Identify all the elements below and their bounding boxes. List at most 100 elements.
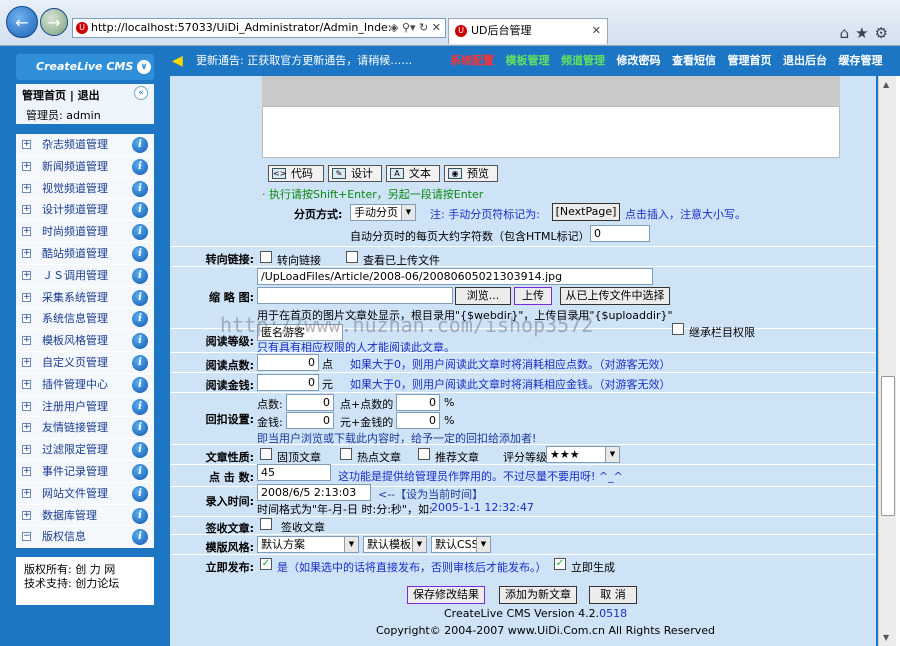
thumb-path-input[interactable]: /UpLoadFiles/Article/2008-06/20080605021… <box>257 268 653 285</box>
nav-cache-mgmt[interactable]: 缓存管理 <box>839 54 883 67</box>
time-input[interactable]: 2008/6/5 2:13:03 <box>257 484 371 501</box>
info-icon[interactable]: i <box>132 354 148 371</box>
prop-hot-checkbox[interactable] <box>340 448 352 460</box>
expand-icon[interactable]: + <box>22 270 31 280</box>
scroll-up-icon[interactable]: ▲ <box>883 80 889 89</box>
expand-icon[interactable]: + <box>22 401 31 411</box>
info-icon[interactable]: i <box>132 507 148 524</box>
home-icon[interactable]: ⌂ <box>840 24 856 42</box>
expand-icon[interactable]: + <box>22 205 31 215</box>
sidebar-item[interactable]: + 酷站频道管理 i <box>16 243 154 265</box>
info-icon[interactable]: i <box>132 442 148 459</box>
info-icon[interactable]: i <box>132 398 148 415</box>
expand-icon[interactable]: + <box>22 423 31 433</box>
reward-money-pct-input[interactable]: 0 <box>396 412 440 429</box>
insert-nextpage-button[interactable]: [NextPage] <box>552 203 620 221</box>
expand-icon[interactable]: + <box>22 466 31 476</box>
reward-points-pct-input[interactable]: 0 <box>396 394 440 411</box>
sidebar-item[interactable]: + 注册用户管理 i <box>16 396 154 418</box>
editor-body[interactable] <box>262 106 840 158</box>
expand-icon[interactable]: + <box>22 140 31 149</box>
nav-system-config[interactable]: 系统配置 <box>450 54 494 67</box>
expand-icon[interactable]: + <box>22 510 31 520</box>
sign-checkbox[interactable] <box>260 518 272 530</box>
sidebar-item[interactable]: + 设计频道管理 i <box>16 199 154 222</box>
editor-tab-preview[interactable]: ◉ 预览 <box>444 165 498 182</box>
expand-icon[interactable]: + <box>22 336 31 346</box>
browser-tab[interactable]: U UD后台管理 ✕ <box>448 18 608 44</box>
nav-admin-home[interactable]: 管理首页 <box>728 54 772 67</box>
sidebar-item[interactable]: + 新闻频道管理 i <box>16 156 154 178</box>
star-icon[interactable]: ★ <box>855 24 874 42</box>
info-icon[interactable]: i <box>132 311 148 328</box>
info-icon[interactable]: i <box>132 224 148 241</box>
info-icon[interactable]: i <box>132 202 148 219</box>
nav-change-password[interactable]: 修改密码 <box>617 54 661 67</box>
add-as-new-button[interactable]: 添加为新文章 <box>499 586 577 604</box>
upload-button[interactable]: 上传 <box>514 287 552 305</box>
info-icon[interactable]: i <box>132 529 148 546</box>
expand-icon[interactable]: + <box>22 227 31 237</box>
sidebar-item[interactable]: + 模板风格管理 i <box>16 330 154 352</box>
expand-icon[interactable]: + <box>22 314 31 324</box>
info-icon[interactable]: i <box>132 158 148 175</box>
back-button[interactable]: ← <box>6 6 38 38</box>
thumb-file-input[interactable] <box>257 287 453 304</box>
read-points-input[interactable]: 0 <box>257 354 319 371</box>
choose-uploaded-button[interactable]: 从已上传文件中选择 <box>560 287 670 305</box>
collapse-toggle-icon[interactable]: ∨ <box>137 60 151 74</box>
scroll-thumb[interactable] <box>881 376 895 516</box>
gear-icon[interactable]: ⚙ <box>875 24 894 42</box>
inherit-checkbox[interactable] <box>672 323 684 335</box>
info-icon[interactable]: i <box>132 333 148 350</box>
browse-button[interactable]: 浏览... <box>455 287 511 305</box>
sidebar-item[interactable]: + 事件记录管理 i <box>16 461 154 483</box>
sidebar-item[interactable]: + 数据库管理 i <box>16 505 154 527</box>
sidebar-item[interactable]: + ＪＳ调用管理 i <box>16 265 154 287</box>
sidebar-item[interactable]: + 过滤限定管理 i <box>16 439 154 461</box>
editor-tab-code[interactable]: <> 代码 <box>268 165 324 182</box>
template-scheme-select[interactable]: 默认方案 ▼ <box>257 536 359 553</box>
toolbar-icons[interactable]: ⌂★⚙ <box>840 24 894 42</box>
editor-tab-design[interactable]: ✎ 设计 <box>328 165 382 182</box>
sidebar-item[interactable]: + 自定义页管理 i <box>16 352 154 374</box>
collapse-sidebar-icon[interactable]: « <box>134 86 148 100</box>
info-icon[interactable]: i <box>132 137 148 153</box>
publish-checkbox[interactable]: ✓ <box>260 558 272 570</box>
sidebar-item[interactable]: + 采集系统管理 i <box>16 287 154 309</box>
sidebar-item[interactable]: + 杂志频道管理 i <box>16 134 154 156</box>
scrollbar[interactable]: ▲ ▼ <box>878 76 896 646</box>
save-button[interactable]: 保存修改结果 <box>407 586 485 604</box>
info-icon[interactable]: i <box>132 376 148 393</box>
collapse-icon[interactable]: − <box>22 532 31 542</box>
sidebar-item[interactable]: + 网站文件管理 i <box>16 483 154 505</box>
prop-recommend-checkbox[interactable] <box>418 448 430 460</box>
expand-icon[interactable]: + <box>22 161 31 171</box>
sidebar-item[interactable]: + 时尚频道管理 i <box>16 221 154 243</box>
address-tools-icons[interactable]: ◈ ⚲▾ ↻ ✕ <box>390 19 441 37</box>
reward-money-input[interactable]: 0 <box>286 412 334 429</box>
hits-input[interactable]: 45 <box>257 464 331 481</box>
time-now-link[interactable]: <--【设为当前时间】 <box>378 486 483 502</box>
generate-checkbox[interactable]: ✓ <box>554 558 566 570</box>
template-tpl-select[interactable]: 默认模板 ▼ <box>363 536 427 553</box>
sidebar-item[interactable]: − 版权信息 i <box>16 526 154 549</box>
expand-icon[interactable]: + <box>22 292 31 302</box>
prop-top-checkbox[interactable] <box>260 448 272 460</box>
info-icon[interactable]: i <box>132 267 148 284</box>
expand-icon[interactable]: + <box>22 379 31 389</box>
nav-logout[interactable]: 退出后台 <box>783 54 827 67</box>
nav-channel-mgmt[interactable]: 频道管理 <box>561 54 605 67</box>
sidebar-item[interactable]: + 视觉频道管理 i <box>16 178 154 200</box>
forward-button[interactable]: → <box>40 8 68 36</box>
info-icon[interactable]: i <box>132 485 148 502</box>
info-icon[interactable]: i <box>132 420 148 437</box>
scroll-down-icon[interactable]: ▼ <box>883 633 889 642</box>
nav-template-mgmt[interactable]: 模板管理 <box>506 54 550 67</box>
redirect-checkbox[interactable] <box>260 251 272 263</box>
nav-messages[interactable]: 查看短信 <box>672 54 716 67</box>
reward-points-input[interactable]: 0 <box>286 394 334 411</box>
sidebar-item[interactable]: + 系统信息管理 i <box>16 308 154 331</box>
expand-icon[interactable]: + <box>22 488 31 498</box>
expand-icon[interactable]: + <box>22 357 31 367</box>
